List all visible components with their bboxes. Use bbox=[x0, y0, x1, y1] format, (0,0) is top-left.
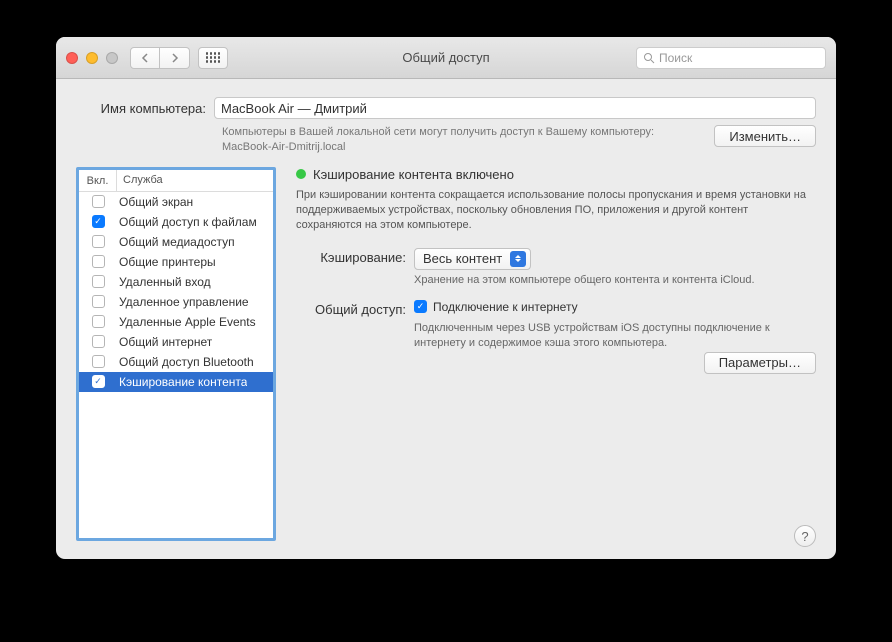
minimize-icon[interactable] bbox=[86, 52, 98, 64]
service-row[interactable]: Удаленное управление bbox=[79, 292, 273, 312]
content-body: Имя компьютера: Компьютеры в Вашей локал… bbox=[56, 79, 836, 559]
service-row[interactable]: ✓ Кэширование контента bbox=[79, 372, 273, 392]
preferences-window: Общий доступ Поиск Имя компьютера: Компь… bbox=[56, 37, 836, 559]
chevron-updown-icon bbox=[510, 251, 526, 267]
show-all-button[interactable] bbox=[198, 47, 228, 69]
service-label: Удаленный вход bbox=[117, 275, 211, 289]
share-hint: Подключенным через USB устройствам iOS д… bbox=[414, 321, 816, 352]
search-icon bbox=[643, 52, 655, 64]
service-checkbox[interactable] bbox=[92, 195, 105, 208]
detail-pane: Кэширование контента включено При кэширо… bbox=[296, 167, 816, 541]
forward-button[interactable] bbox=[160, 47, 190, 69]
zoom-icon[interactable] bbox=[106, 52, 118, 64]
service-checkbox[interactable] bbox=[92, 275, 105, 288]
share-label: Общий доступ: bbox=[296, 300, 406, 317]
service-checkbox[interactable] bbox=[92, 235, 105, 248]
service-row[interactable]: Общий интернет bbox=[79, 332, 273, 352]
services-header: Вкл. Служба bbox=[79, 170, 273, 192]
service-row[interactable]: Общий медиадоступ bbox=[79, 232, 273, 252]
computer-name-label: Имя компьютера: bbox=[76, 101, 206, 116]
service-label: Кэширование контента bbox=[117, 375, 247, 389]
internet-sharing-checkbox[interactable]: ✓ bbox=[414, 300, 427, 313]
service-row[interactable]: ✓ Общий доступ к файлам bbox=[79, 212, 273, 232]
edit-button[interactable]: Изменить… bbox=[714, 125, 816, 147]
service-checkbox[interactable]: ✓ bbox=[92, 215, 105, 228]
cache-hint: Хранение на этом компьютере общего конте… bbox=[414, 274, 816, 286]
computer-name-hint: Компьютеры в Вашей локальной сети могут … bbox=[222, 125, 706, 155]
nav-segment bbox=[130, 47, 190, 69]
service-checkbox[interactable] bbox=[92, 355, 105, 368]
service-label: Общий медиадоступ bbox=[117, 235, 235, 249]
service-label: Общий экран bbox=[117, 195, 193, 209]
cache-label: Кэширование: bbox=[296, 248, 406, 265]
cache-select[interactable]: Весь контент bbox=[414, 248, 531, 270]
header-on: Вкл. bbox=[79, 170, 117, 191]
service-label: Общий доступ Bluetooth bbox=[117, 355, 254, 369]
service-checkbox[interactable] bbox=[92, 255, 105, 268]
status-description: При кэшировании контента сокращается исп… bbox=[296, 188, 816, 234]
search-placeholder: Поиск bbox=[659, 51, 692, 65]
service-checkbox[interactable] bbox=[92, 315, 105, 328]
status-dot-icon bbox=[296, 169, 306, 179]
services-list: Вкл. Служба Общий экран ✓ Общий доступ к ф… bbox=[76, 167, 276, 541]
service-label: Общие принтеры bbox=[117, 255, 216, 269]
status-title: Кэширование контента включено bbox=[313, 167, 514, 182]
internet-sharing-label: Подключение к интернету bbox=[433, 300, 578, 314]
close-icon[interactable] bbox=[66, 52, 78, 64]
service-label: Удаленные Apple Events bbox=[117, 315, 256, 329]
service-row[interactable]: Удаленный вход bbox=[79, 272, 273, 292]
service-row[interactable]: Общий экран bbox=[79, 192, 273, 212]
back-button[interactable] bbox=[130, 47, 160, 69]
cache-select-value: Весь контент bbox=[423, 251, 502, 266]
header-service: Служба bbox=[117, 174, 163, 186]
help-button[interactable]: ? bbox=[794, 525, 816, 547]
service-label: Удаленное управление bbox=[117, 295, 249, 309]
service-label: Общий доступ к файлам bbox=[117, 215, 257, 229]
service-checkbox[interactable] bbox=[92, 295, 105, 308]
service-checkbox[interactable] bbox=[92, 335, 105, 348]
titlebar: Общий доступ Поиск bbox=[56, 37, 836, 79]
service-checkbox[interactable]: ✓ bbox=[92, 375, 105, 388]
service-label: Общий интернет bbox=[117, 335, 212, 349]
search-input[interactable]: Поиск bbox=[636, 47, 826, 69]
service-row[interactable]: Удаленные Apple Events bbox=[79, 312, 273, 332]
service-row[interactable]: Общие принтеры bbox=[79, 252, 273, 272]
traffic-lights bbox=[66, 52, 118, 64]
service-row[interactable]: Общий доступ Bluetooth bbox=[79, 352, 273, 372]
computer-name-input[interactable] bbox=[214, 97, 816, 119]
options-button[interactable]: Параметры… bbox=[704, 352, 816, 374]
